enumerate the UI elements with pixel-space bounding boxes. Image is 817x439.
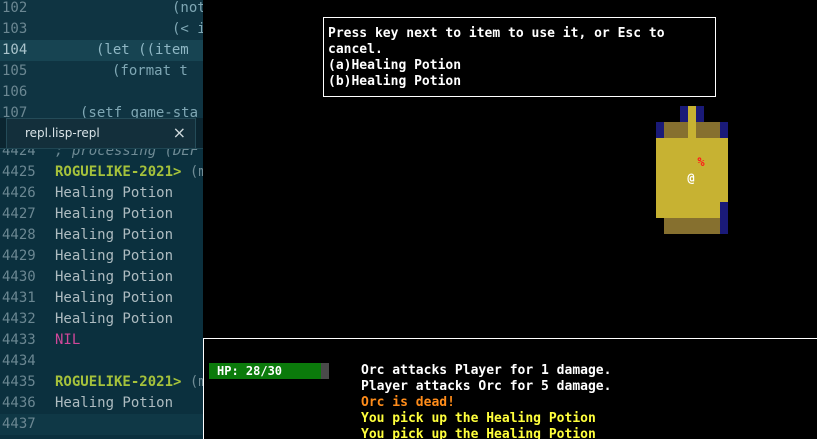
line-number: 4424	[2, 149, 36, 159]
repl-pane[interactable]: 4424 ; processing (DEF 4425 ROGUELIKE-20…	[0, 149, 203, 439]
repl-prompt: ROGUELIKE-2021>	[55, 374, 182, 390]
repl-text: Healing Potion	[55, 311, 174, 327]
repl-text: Healing Potion	[55, 248, 174, 264]
message-line: Orc attacks Player for 1 damage.	[361, 363, 612, 378]
code-text: (let ((item	[96, 42, 189, 58]
code-text: (format t	[112, 63, 188, 79]
line-number: 4437	[2, 416, 36, 432]
repl-line: 4425 ROGUELIKE-2021> (m	[0, 162, 203, 183]
line-number: 4434	[2, 353, 36, 369]
line-number: 102	[2, 0, 28, 16]
repl-line: 4435 ROGUELIKE-2021> (m	[0, 372, 203, 393]
dialog-instructions-cont: cancel.	[328, 42, 383, 57]
line-number: 4432	[2, 311, 36, 327]
repl-input: (m	[189, 374, 203, 390]
editor-line: 105 (format t	[0, 61, 203, 82]
repl-text: Healing Potion	[55, 227, 174, 243]
repl-text: ROGUELIKE-2021> (m	[55, 372, 203, 393]
floor-tile	[688, 122, 696, 138]
line-number: 4426	[2, 185, 36, 201]
repl-result-nil: NIL	[55, 332, 81, 348]
repl-line: 4426 Healing Potion	[0, 183, 203, 204]
repl-line: 4429 Healing Potion	[0, 246, 203, 267]
line-number: 4428	[2, 227, 36, 243]
line-number: 4425	[2, 164, 36, 180]
repl-text: ; processing (DEF	[55, 149, 199, 159]
repl-line: 4433 NIL	[0, 330, 203, 351]
line-number: 104	[2, 42, 28, 58]
repl-line: 4430 Healing Potion	[0, 267, 203, 288]
repl-line: 4432 Healing Potion	[0, 309, 203, 330]
message-panel: HP: 28/30 Orc attacks Player for 1 damag…	[203, 338, 817, 439]
code-text: (not	[172, 0, 203, 16]
code-text: (< i	[172, 21, 203, 37]
repl-line: 4434	[0, 351, 203, 372]
wall-tile	[720, 202, 728, 234]
tab-repl[interactable]: repl.lisp-repl ×	[6, 118, 196, 148]
hp-bar: HP: 28/30	[209, 363, 329, 379]
repl-text: Healing Potion	[55, 185, 174, 201]
message-line: Orc is dead!	[361, 395, 455, 410]
editor-line: 103 (< i	[0, 19, 203, 40]
repl-text: Healing Potion	[55, 290, 174, 306]
dungeon-map: % @	[656, 106, 728, 234]
repl-line: 4424 ; processing (DEF	[0, 149, 203, 162]
inventory-option-a[interactable]: (a)Healing Potion	[328, 58, 711, 74]
inventory-option-b[interactable]: (b)Healing Potion	[328, 74, 711, 90]
line-number: 105	[2, 63, 28, 79]
repl-text: Healing Potion	[55, 269, 174, 285]
tab-bar: repl.lisp-repl ×	[0, 118, 203, 149]
floor-tile	[688, 106, 696, 122]
healing-potion-item: %	[697, 155, 705, 169]
line-number: 4431	[2, 290, 36, 306]
repl-line: 4427 Healing Potion	[0, 204, 203, 225]
floor-tile	[664, 218, 720, 234]
line-number: 4435	[2, 374, 36, 390]
line-number: 4436	[2, 395, 36, 411]
line-number: 4430	[2, 269, 36, 285]
editor-line: 106	[0, 82, 203, 103]
repl-input: (m	[189, 164, 203, 180]
message-line: You pick up the Healing Potion	[361, 411, 596, 426]
line-number: 4429	[2, 248, 36, 264]
repl-text: Healing Potion	[55, 395, 174, 411]
dialog-instructions: Press key next to item to use it, or Esc…	[328, 26, 665, 41]
editor-line-current: 104 (let ((item	[0, 40, 203, 61]
inventory-dialog: Press key next to item to use it, or Esc…	[323, 17, 716, 97]
hp-label: HP: 28/30	[217, 364, 283, 378]
player-character: @	[687, 171, 695, 185]
repl-line: 4431 Healing Potion	[0, 288, 203, 309]
line-number: 106	[2, 84, 28, 100]
message-line: Player attacks Orc for 5 damage.	[361, 379, 612, 394]
message-line: You pick up the Healing Potion	[361, 427, 596, 439]
editor-line: 102 (not	[0, 0, 203, 19]
repl-text: Healing Potion	[55, 206, 174, 222]
repl-line: 4436 Healing Potion	[0, 393, 203, 414]
line-number: 4433	[2, 332, 36, 348]
repl-line-current[interactable]: 4437	[0, 414, 203, 435]
game-window[interactable]: Press key next to item to use it, or Esc…	[203, 0, 817, 439]
repl-line: 4428 Healing Potion	[0, 225, 203, 246]
close-icon[interactable]: ×	[173, 123, 186, 142]
tab-title: repl.lisp-repl	[25, 126, 100, 140]
line-number: 103	[2, 21, 28, 37]
line-number: 4427	[2, 206, 36, 222]
repl-text: ROGUELIKE-2021> (m	[55, 162, 203, 183]
repl-prompt: ROGUELIKE-2021>	[55, 164, 182, 180]
